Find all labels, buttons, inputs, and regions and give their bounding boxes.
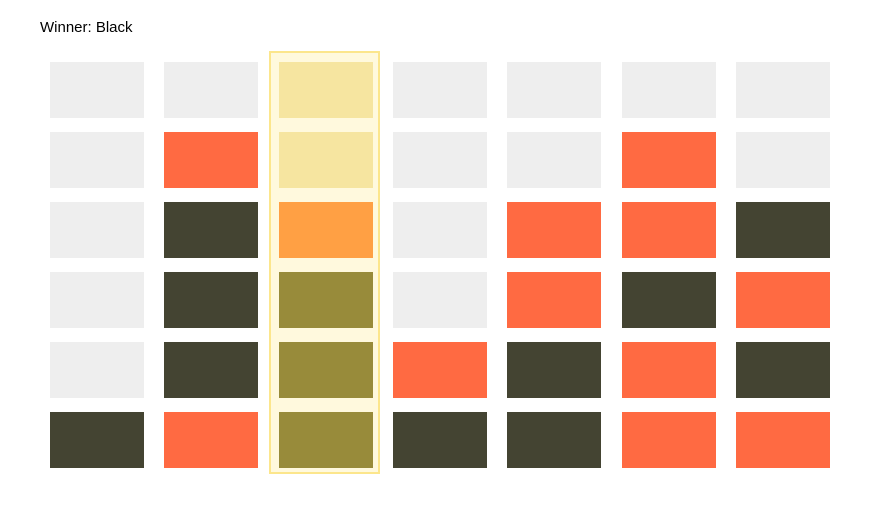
- board-cell-r0-c1-empty[interactable]: [164, 62, 258, 118]
- board-cell-r2-c6-black[interactable]: [736, 202, 830, 258]
- board-cell-r1-c1-red[interactable]: [164, 132, 258, 188]
- board-cell-r0-c3-empty[interactable]: [393, 62, 487, 118]
- board-cell-r1-c5-red[interactable]: [622, 132, 716, 188]
- board-cell-r1-c6-empty[interactable]: [736, 132, 830, 188]
- board-cell-r5-c2-black[interactable]: [279, 412, 373, 468]
- board-cell-r4-c1-black[interactable]: [164, 342, 258, 398]
- board-cell-r4-c2-black[interactable]: [279, 342, 373, 398]
- board-cell-r5-c5-red[interactable]: [622, 412, 716, 468]
- board-cell-r1-c3-empty[interactable]: [393, 132, 487, 188]
- board-cell-r4-c6-black[interactable]: [736, 342, 830, 398]
- board-cell-r2-c1-black[interactable]: [164, 202, 258, 258]
- board-cell-r0-c5-empty[interactable]: [622, 62, 716, 118]
- winner-status: Winner: Black: [40, 19, 133, 36]
- board-cell-r5-c0-black[interactable]: [50, 412, 144, 468]
- board-cell-r5-c6-red[interactable]: [736, 412, 830, 468]
- board-cell-r5-c4-black[interactable]: [507, 412, 601, 468]
- board-cell-r2-c3-empty[interactable]: [393, 202, 487, 258]
- board-cell-r0-c4-empty[interactable]: [507, 62, 601, 118]
- board-cell-r3-c1-black[interactable]: [164, 272, 258, 328]
- board-cell-r3-c3-empty[interactable]: [393, 272, 487, 328]
- board-cell-r3-c6-red[interactable]: [736, 272, 830, 328]
- board-cell-r0-c0-empty[interactable]: [50, 62, 144, 118]
- board-cell-r1-c2-empty[interactable]: [279, 132, 373, 188]
- board-cell-r1-c0-empty[interactable]: [50, 132, 144, 188]
- board-cell-r2-c0-empty[interactable]: [50, 202, 144, 258]
- board-cell-r0-c2-empty[interactable]: [279, 62, 373, 118]
- board-cell-r4-c3-red[interactable]: [393, 342, 487, 398]
- board-cell-r1-c4-empty[interactable]: [507, 132, 601, 188]
- board-cell-r2-c5-red[interactable]: [622, 202, 716, 258]
- board-cell-r4-c4-black[interactable]: [507, 342, 601, 398]
- board-cell-r2-c4-red[interactable]: [507, 202, 601, 258]
- board-cell-r3-c2-black[interactable]: [279, 272, 373, 328]
- board-cell-r2-c2-red[interactable]: [279, 202, 373, 258]
- board-cell-r5-c1-red[interactable]: [164, 412, 258, 468]
- board-cell-r4-c0-empty[interactable]: [50, 342, 144, 398]
- game-board: [50, 51, 830, 474]
- board-cell-r3-c0-empty[interactable]: [50, 272, 144, 328]
- board-cell-r3-c5-black[interactable]: [622, 272, 716, 328]
- board-cell-r5-c3-black[interactable]: [393, 412, 487, 468]
- board-cell-r0-c6-empty[interactable]: [736, 62, 830, 118]
- board-cell-r3-c4-red[interactable]: [507, 272, 601, 328]
- board-cell-r4-c5-red[interactable]: [622, 342, 716, 398]
